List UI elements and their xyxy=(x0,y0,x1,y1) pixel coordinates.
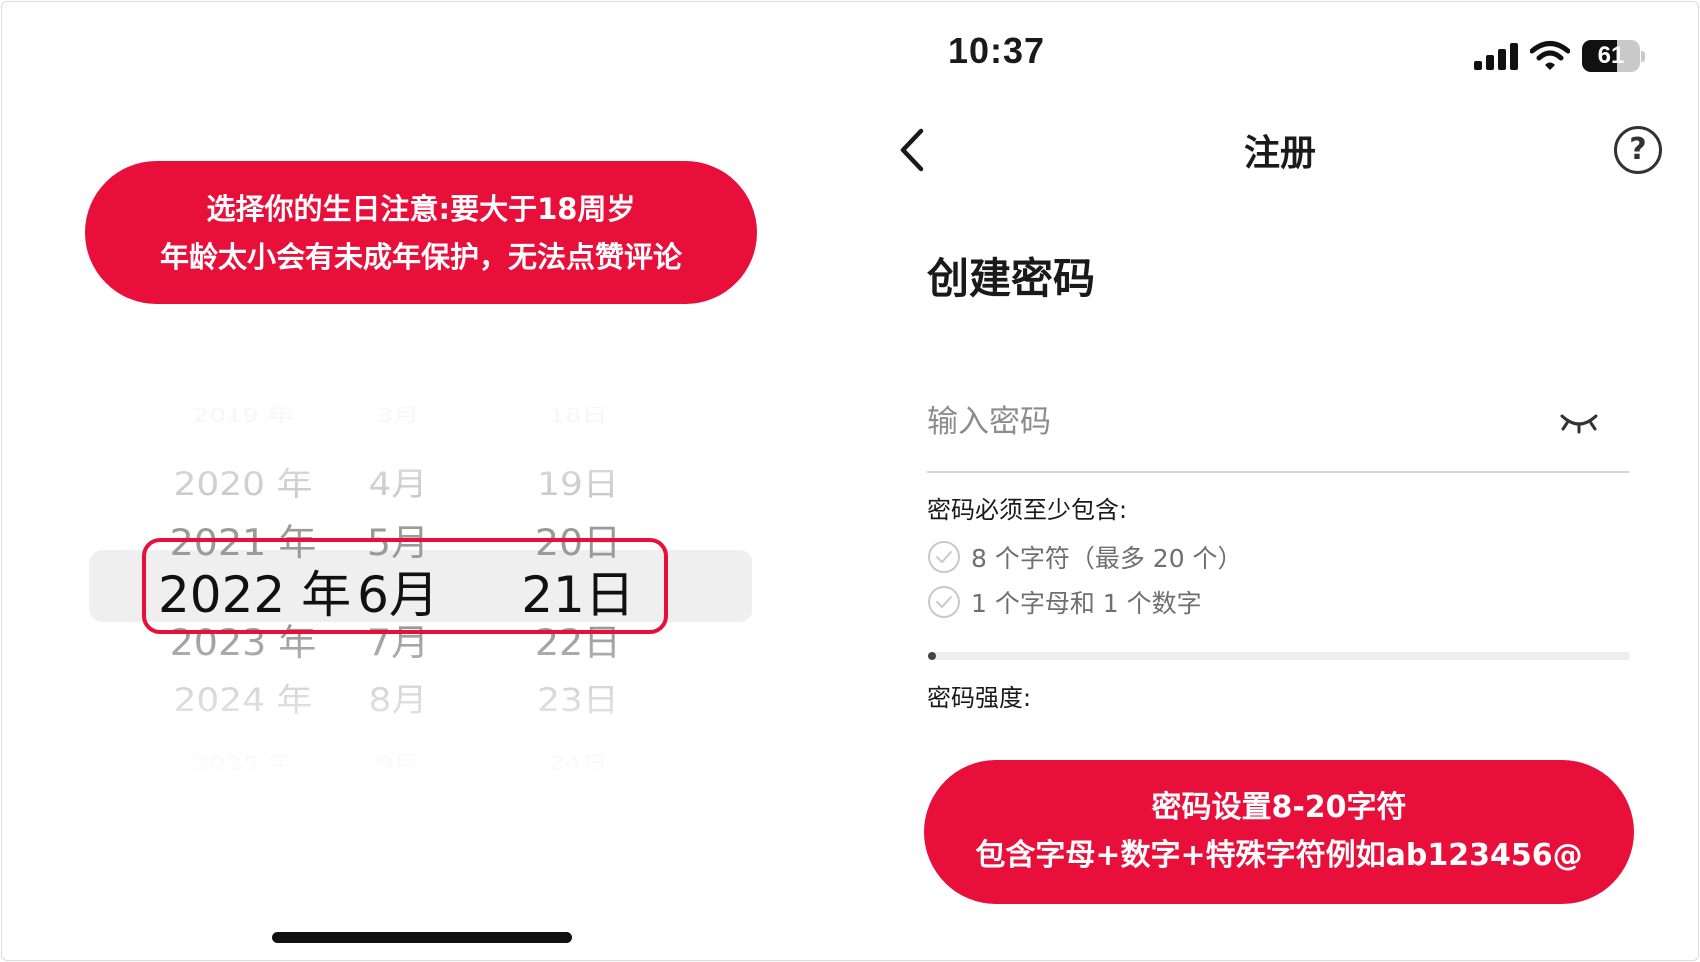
requirement-letter-number: 1 个字母和 1 个数字 xyxy=(927,584,1202,620)
picker-day: 18日 xyxy=(548,404,608,427)
birthday-date-picker[interactable]: 2019 年 3月 18日 2020 年 4月 19日 2021 年 5月 20日 2022 年6… xyxy=(88,390,752,775)
password-strength-fill xyxy=(928,652,936,660)
password-input[interactable] xyxy=(927,398,1607,446)
eye-closed-icon[interactable] xyxy=(1558,410,1600,434)
banner-line-2: 年龄太小会有未成年保护，无法点赞评论 xyxy=(159,239,682,274)
back-button[interactable] xyxy=(893,125,933,175)
chevron-left-icon xyxy=(900,128,924,172)
picker-month: 8月 xyxy=(368,682,428,720)
battery-icon: 61 xyxy=(1582,40,1645,72)
create-password-heading: 创建密码 xyxy=(927,254,1096,303)
picker-year: 2025 年 xyxy=(192,752,294,775)
banner-line-2: 包含字母+数字+特殊字符例如ab123456@ xyxy=(975,838,1583,873)
help-button[interactable]: ? xyxy=(1614,126,1662,174)
home-indicator xyxy=(272,932,572,943)
picker-day: 23日 xyxy=(537,682,619,720)
requirements-title: 密码必须至少包含: xyxy=(927,496,1128,524)
picker-year: 2024 年 xyxy=(173,682,313,720)
picker-year: 2020 年 xyxy=(173,466,313,504)
picker-year: 2019 年 xyxy=(192,404,294,427)
battery-percent: 61 xyxy=(1597,42,1625,69)
wifi-icon xyxy=(1530,41,1570,70)
password-strength-bar xyxy=(928,652,1630,660)
picker-row[interactable]: 2020 年 4月 19日 xyxy=(88,458,752,503)
picker-row[interactable]: 2024 年 8月 23日 xyxy=(88,674,752,719)
picker-day: 19日 xyxy=(537,466,619,504)
picker-row[interactable]: 2023 年 7月 22日 xyxy=(88,613,752,664)
picker-month: 9月 xyxy=(376,752,420,775)
picker-day: 24日 xyxy=(548,752,608,775)
requirement-length: 8 个字符（最多 20 个） xyxy=(927,539,1243,575)
requirement-label: 1 个字母和 1 个数字 xyxy=(971,589,1202,618)
password-input-underline xyxy=(927,471,1629,473)
picker-row[interactable]: 2021 年 5月 20日 xyxy=(88,513,752,564)
page-title: 注册 xyxy=(1243,133,1316,174)
cellular-signal-icon xyxy=(1474,42,1518,70)
picker-year: 2023 年 xyxy=(169,622,317,665)
picker-row-selected[interactable]: 2022 年 6月 21日 xyxy=(88,555,752,624)
status-time: 10:37 xyxy=(948,30,1046,71)
requirement-label: 8 个字符（最多 20 个） xyxy=(971,544,1243,573)
password-rule-banner: 密码设置8-20字符 包含字母+数字+特殊字符例如ab123456@ xyxy=(924,760,1634,904)
check-circle-icon xyxy=(928,541,960,573)
picker-row[interactable]: 2019 年 3月 18日 xyxy=(88,401,752,427)
check-circle-icon xyxy=(928,586,960,618)
picker-day: 22日 xyxy=(534,622,622,665)
picker-month: 7月 xyxy=(366,622,430,665)
password-strength-label: 密码强度: xyxy=(927,684,1032,712)
birthday-notice-banner: 选择你的生日注意:要大于18周岁 年龄太小会有未成年保护，无法点赞评论 xyxy=(85,161,757,304)
picker-row[interactable]: 2025 年 9月 24日 xyxy=(88,749,752,775)
picker-month: 3月 xyxy=(376,404,420,427)
picker-month: 4月 xyxy=(368,466,428,504)
banner-line-1: 选择你的生日注意:要大于18周岁 xyxy=(206,191,636,226)
banner-line-1: 密码设置8-20字符 xyxy=(1151,790,1407,825)
